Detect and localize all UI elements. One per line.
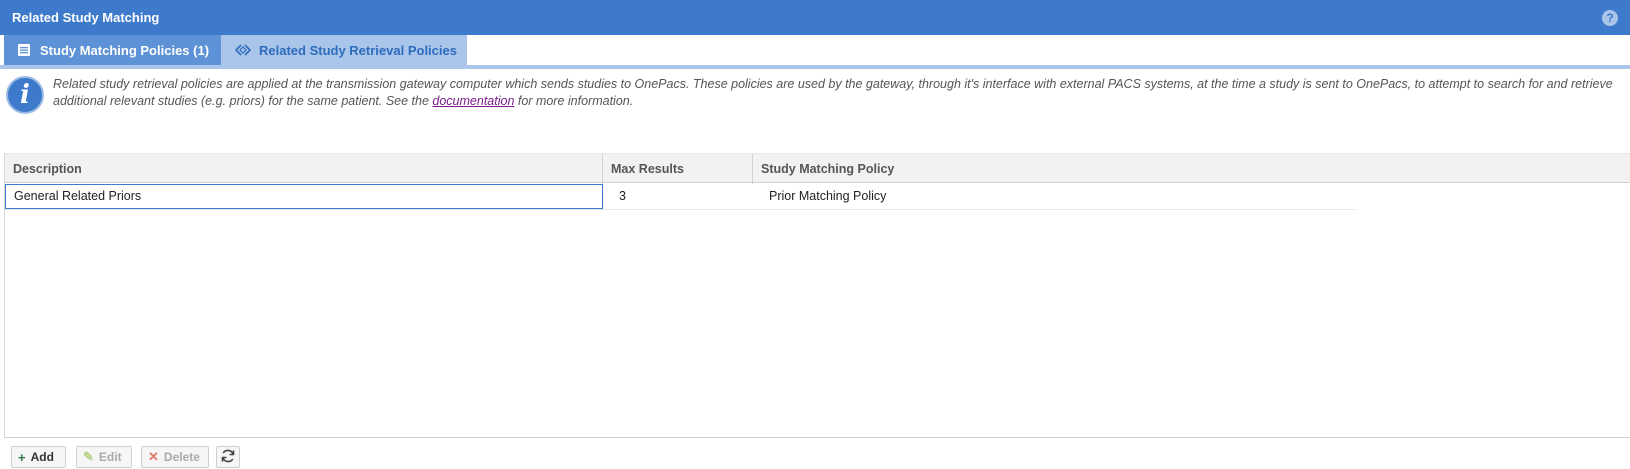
info-text: Related study retrieval policies are app…: [53, 76, 1628, 110]
column-header-study-matching-policy[interactable]: Study Matching Policy: [753, 154, 1630, 184]
tab-related-study-retrieval-policies[interactable]: Related Study Retrieval Policies: [221, 35, 467, 65]
tab-bar: Study Matching Policies (1) Related Stud…: [0, 35, 1630, 68]
delete-label: Delete: [163, 450, 200, 464]
plus-icon: +: [18, 449, 26, 465]
edit-button[interactable]: ✎ Edit: [76, 446, 132, 468]
info-text-after: for more information.: [514, 94, 634, 108]
cell-max-results[interactable]: 3: [611, 184, 753, 209]
column-header-description[interactable]: Description: [5, 154, 603, 184]
delete-x-icon: ✕: [148, 449, 159, 464]
title-bar: Related Study Matching ?: [0, 0, 1630, 35]
column-header-max-results[interactable]: Max Results: [603, 154, 753, 184]
tab-label: Study Matching Policies (1): [40, 42, 210, 58]
pencil-icon: ✎: [83, 449, 94, 464]
add-button[interactable]: + Add: [11, 446, 66, 468]
policies-grid: Description Max Results Study Matching P…: [4, 153, 1630, 437]
cell-description[interactable]: General Related Priors: [5, 184, 603, 209]
cell-study-matching-policy[interactable]: Prior Matching Policy: [761, 184, 1351, 209]
help-icon[interactable]: ?: [1602, 10, 1618, 26]
info-panel: i Related study retrieval policies are a…: [4, 70, 1630, 150]
window-title: Related Study Matching: [12, 10, 160, 25]
tab-study-matching-policies[interactable]: Study Matching Policies (1): [4, 35, 221, 65]
info-icon: i: [6, 76, 44, 114]
table-row[interactable]: General Related Priors 3 Prior Matching …: [5, 184, 1355, 210]
tab-label: Related Study Retrieval Policies: [259, 42, 457, 58]
diamond-arrows-icon: [234, 42, 252, 58]
delete-button[interactable]: ✕ Delete: [141, 446, 209, 468]
tab-underline: [0, 65, 1630, 69]
refresh-button[interactable]: [216, 446, 240, 468]
list-icon: [16, 42, 32, 58]
documentation-link[interactable]: documentation: [432, 94, 514, 108]
edit-label: Edit: [98, 450, 122, 464]
add-label: Add: [30, 450, 54, 464]
bottom-toolbar: + Add ✎ Edit ✕ Delete: [4, 437, 1630, 469]
app-window: Related Study Matching ? Study Matching …: [0, 0, 1630, 469]
grid-header: Description Max Results Study Matching P…: [5, 153, 1630, 184]
info-text-before: Related study retrieval policies are app…: [53, 77, 1613, 108]
refresh-icon: [220, 448, 236, 467]
